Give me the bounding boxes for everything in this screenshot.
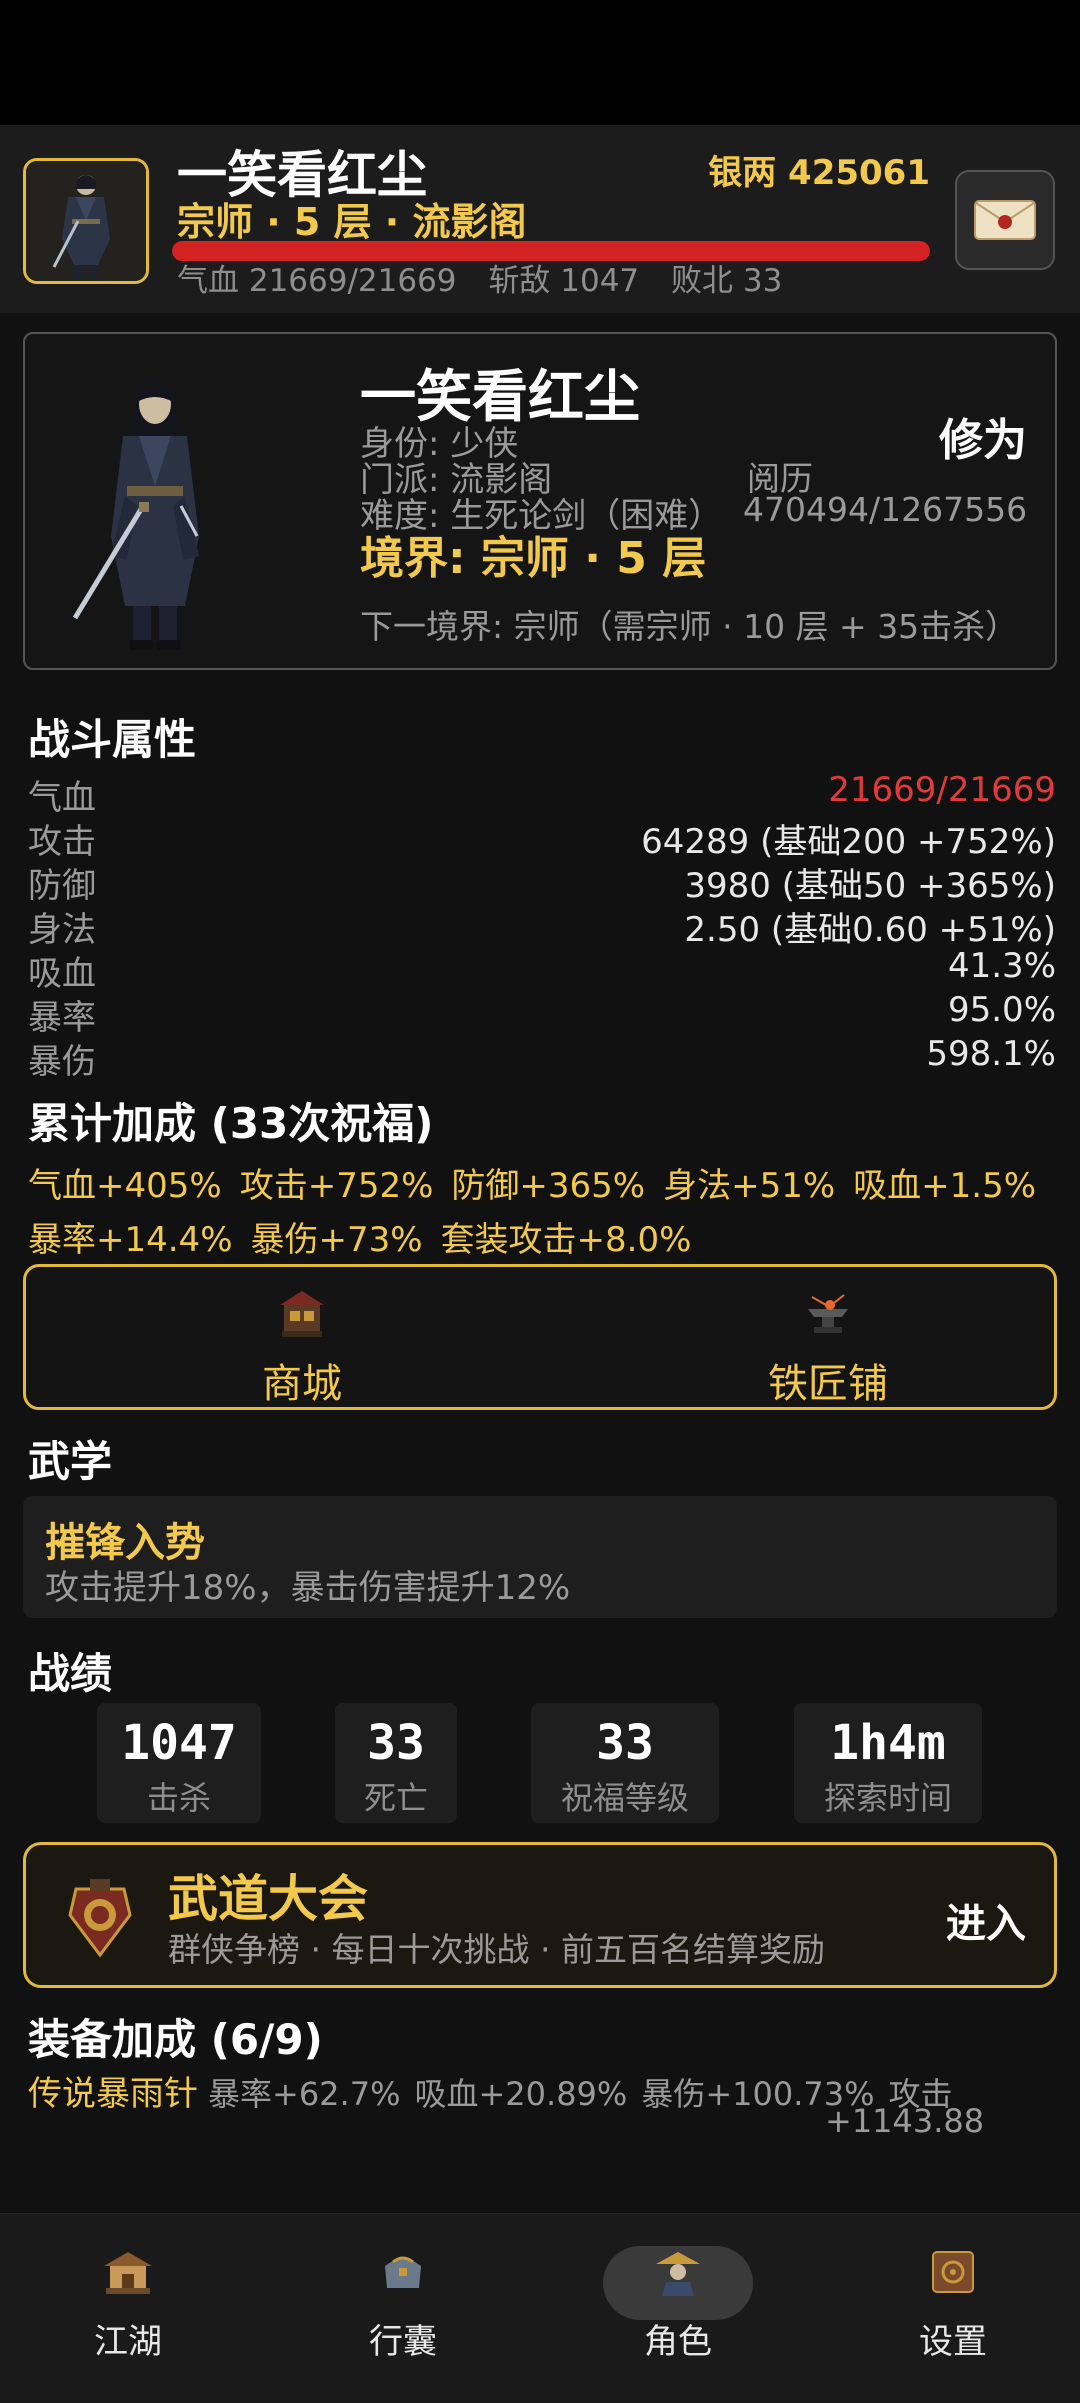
attr-label: 吸血 [28,954,96,994]
nav-item-inventory[interactable]: 行囊 [328,2244,478,2363]
rank-label: 宗师 · 5 层 · 流影阁 [177,200,527,244]
cultivation-label: 修为 [939,415,1027,466]
bonus-item: 吸血+1.5% [853,1166,1037,1206]
arena-banner[interactable]: 武道大会 群侠争榜 · 每日十次挑战 · 前五百名结算奖励 进入 [23,1842,1057,1988]
martial-section-title: 武学 [28,1437,113,1486]
shop-panel: 商城 铁匠铺 [23,1264,1057,1410]
bundle-icon [385,2256,421,2288]
bonus-item: 暴率+14.4% [28,1220,233,1260]
attr-row-defense: 防御 3980 (基础50 +365%) [28,858,1056,906]
record-label: 祝福等级 [560,1779,689,1817]
pavilion-icon [104,2252,152,2294]
nav-item-settings[interactable]: 设置 [878,2244,1028,2363]
nav-item-jianghu[interactable]: 江湖 [53,2244,203,2363]
blacksmith-button[interactable]: 铁匠铺 [728,1285,928,1409]
record-label: 探索时间 [823,1779,952,1817]
attr-value: 95.0% [947,990,1056,1030]
attr-row-agility: 身法 2.50 (基础0.60 +51%) [28,902,1056,950]
equipment-stat-continuation: +1143.88 [825,2102,985,2140]
attr-label: 暴伤 [28,1042,96,1082]
hero-avatar-icon [26,161,146,281]
equipment-item-name: 传说暴雨针 [28,2074,198,2114]
anvil-icon [808,1294,848,1333]
attr-row-crit-damage: 暴伤 598.1% [28,1034,1056,1082]
attr-row-hp: 气血 21669/21669 [28,770,1056,818]
nav-label: 行囊 [369,2322,437,2362]
record-value: 1047 [121,1715,237,1771]
bonus-item: 攻击+752% [239,1166,434,1206]
hero-portrait-icon [72,381,199,650]
attr-label: 气血 [28,778,96,818]
arena-title: 武道大会 [168,1870,368,1928]
defeats-text: 败北 33 [671,263,783,299]
attr-value: 21669/21669 [828,770,1056,810]
record-blessing-level: 33 祝福等级 [531,1703,719,1823]
record-value: 1h4m [830,1715,946,1771]
nav-label: 设置 [919,2322,987,2362]
attr-value: 598.1% [926,1034,1056,1074]
equipment-section-title: 装备加成 (6/9) [28,2015,323,2064]
kills-text: 斩敌 1047 [488,263,640,299]
attr-value: 41.3% [947,946,1056,986]
bonus-line-2: 暴率+14.4% 暴伤+73% 套装攻击+8.0% [28,1212,709,1261]
shop-stall-icon [280,1291,324,1337]
arena-enter-button[interactable]: 进入 [946,1891,1026,1949]
arena-emblem-icon [68,1879,132,1958]
realm-text: 境界: 宗师 · 5 层 [360,533,707,584]
equipment-stat: 吸血+20.89% [414,2075,628,2113]
character-header: 一笑看红尘 银两 425061 宗师 · 5 层 · 流影阁 气血 21669/… [0,125,1080,313]
attr-row-lifesteal: 吸血 41.3% [28,946,1056,994]
bonus-line-1: 气血+405% 攻击+752% 防御+365% 身法+51% 吸血+1.5% [28,1158,1054,1207]
silver-count: 银两 425061 [708,153,930,193]
attr-label: 身法 [28,910,96,950]
record-label: 击杀 [146,1779,211,1817]
hp-text: 气血 21669/21669 [177,263,457,299]
combat-section-title: 战斗属性 [28,715,197,764]
attr-value: 64289 (基础200 +752%) [641,822,1056,862]
attr-row-crit-rate: 暴率 95.0% [28,990,1056,1038]
profile-card: 一笑看红尘 身份: 少侠 门派: 流影阁 难度: 生死论剑（困难） 境界: 宗师… [23,332,1057,670]
record-explore-time: 1h4m 探索时间 [794,1703,982,1823]
settings-icon [932,2251,974,2293]
experience-value: 470494/1267556 [743,490,1028,529]
attr-label: 攻击 [28,822,96,862]
record-label: 死亡 [363,1779,428,1817]
character-hat-icon [656,2252,700,2296]
envelope-icon [974,200,1036,240]
nav-item-character[interactable]: 角色 [603,2244,753,2363]
bottom-nav: 江湖 行囊 角色 设置 [0,2213,1080,2403]
avatar[interactable] [23,158,149,284]
bonus-item: 套装攻击+8.0% [440,1220,692,1260]
next-realm-text: 下一境界: 宗师（需宗师 · 10 层 + 35击杀） [360,607,1019,646]
arena-subtitle: 群侠争榜 · 每日十次挑战 · 前五百名结算奖励 [168,1930,825,1969]
bonus-item: 身法+51% [663,1166,836,1206]
skill-description: 攻击提升18%，暴击伤害提升12% [45,1568,571,1608]
record-value: 33 [367,1715,425,1771]
nav-label: 角色 [644,2322,712,2362]
attr-row-attack: 攻击 64289 (基础200 +752%) [28,814,1056,862]
skill-card[interactable]: 摧锋入势 攻击提升18%，暴击伤害提升12% [23,1496,1057,1618]
bonus-item: 防御+365% [451,1166,646,1206]
attr-value: 3980 (基础50 +365%) [684,866,1056,906]
mall-label: 商城 [262,1361,342,1407]
attr-label: 防御 [28,866,96,906]
record-kills: 1047 击杀 [97,1703,261,1823]
record-deaths: 33 死亡 [335,1703,457,1823]
record-value: 33 [596,1715,654,1771]
blacksmith-label: 铁匠铺 [768,1361,888,1407]
bonus-item: 气血+405% [28,1166,222,1206]
status-bar [0,0,1080,125]
mall-button[interactable]: 商城 [202,1285,402,1409]
header-stats: 气血 21669/21669 斩敌 1047 败北 33 [177,255,804,300]
mail-button[interactable] [955,170,1055,270]
attr-value: 2.50 (基础0.60 +51%) [684,910,1056,950]
bonus-section-title: 累计加成 (33次祝福) [28,1099,434,1148]
bonus-item: 暴伤+73% [250,1220,423,1260]
records-section-title: 战绩 [28,1649,113,1698]
attr-label: 暴率 [28,998,96,1038]
equipment-stat: 暴率+62.7% [208,2075,401,2113]
nav-label: 江湖 [94,2322,162,2362]
